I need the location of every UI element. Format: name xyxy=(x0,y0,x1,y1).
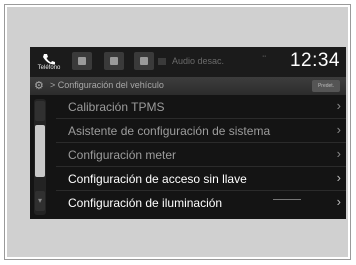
shortcut-icon xyxy=(78,57,86,65)
chevron-right-icon: › xyxy=(336,194,341,209)
shortcut-icon xyxy=(110,57,118,65)
audio-mute-icon xyxy=(158,58,166,66)
audio-status: Audio desac. xyxy=(158,56,224,66)
phone-button[interactable]: Teléfono xyxy=(32,50,66,74)
scroll-down-button[interactable]: ▾ xyxy=(35,191,45,211)
default-button[interactable]: Predet. xyxy=(312,80,340,92)
scroll-up-button[interactable] xyxy=(35,101,45,121)
menu-item-lighting-settings[interactable]: Configuración de iluminación › xyxy=(56,191,346,215)
menu-item-tpms-calibration[interactable]: Calibración TPMS › xyxy=(56,95,346,119)
signal-icon: ᐧᐧ xyxy=(262,52,267,61)
settings-menu-list: Calibración TPMS › Asistente de configur… xyxy=(56,95,346,215)
infotainment-screen: Teléfono Audio desac. ᐧᐧ 12:34 ⚙ > Confi… xyxy=(30,47,346,219)
menu-item-label: Calibración TPMS xyxy=(68,100,165,114)
menu-item-label: Configuración meter xyxy=(68,148,177,162)
audio-status-label: Audio desac. xyxy=(172,56,225,66)
menu-item-keyless-access-settings[interactable]: Configuración de acceso sin llave › xyxy=(56,167,346,191)
clock: 12:34 xyxy=(289,50,340,71)
settings-gear-icon: ⚙ xyxy=(34,80,44,92)
chevron-right-icon: › xyxy=(336,98,341,113)
menu-item-system-setup-assistant[interactable]: Asistente de configuración de sistema › xyxy=(56,119,346,143)
phone-label: Teléfono xyxy=(37,64,61,71)
chevron-right-icon: › xyxy=(336,146,341,161)
status-shortcut-3[interactable] xyxy=(134,52,154,70)
chevron-right-icon: › xyxy=(336,122,341,137)
scroll-thumb[interactable] xyxy=(35,125,45,177)
title-bar: ⚙ > Configuración del vehículo Predet. xyxy=(30,77,346,95)
chevron-right-icon: › xyxy=(336,170,341,185)
menu-item-label: Configuración de acceso sin llave xyxy=(68,172,247,186)
scroll-down-icon: ▾ xyxy=(37,196,42,205)
menu-item-label: Configuración de iluminación xyxy=(68,196,223,210)
menu-item-label: Asistente de configuración de sistema xyxy=(68,124,271,138)
status-shortcut-2[interactable] xyxy=(104,52,124,70)
menu-item-meter-settings[interactable]: Configuración meter › xyxy=(56,143,346,167)
status-shortcut-1[interactable] xyxy=(72,52,92,70)
phone-icon xyxy=(43,53,55,65)
scrollbar[interactable]: ▾ xyxy=(34,99,46,215)
status-bar: Teléfono Audio desac. ᐧᐧ 12:34 xyxy=(30,47,346,77)
shortcut-icon xyxy=(140,57,148,65)
breadcrumb: > Configuración del vehículo xyxy=(50,80,164,90)
